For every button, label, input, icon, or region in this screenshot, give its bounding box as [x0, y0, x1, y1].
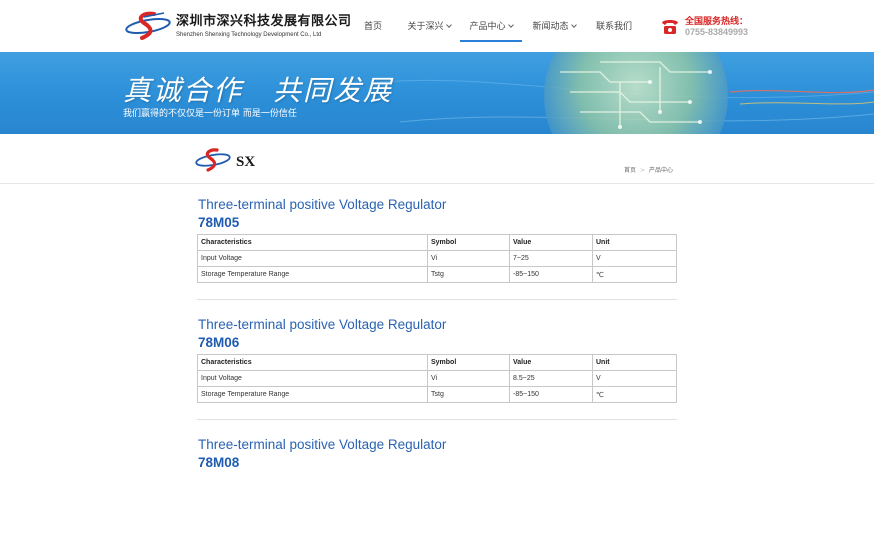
banner-headline: 真诚合作 共同发展 — [123, 74, 394, 107]
sx-logo: SX — [195, 148, 255, 172]
site-header: 深圳市深兴科技发展有限公司 Shenzhen Shenxing Technolo… — [0, 0, 874, 52]
table-cell: Vi — [427, 250, 510, 267]
breadcrumb-home[interactable]: 首页 — [624, 167, 636, 174]
chevron-down-icon — [445, 22, 452, 28]
table-cell: Storage Temperature Range — [197, 386, 428, 403]
nav-products[interactable]: 产品中心 — [460, 0, 522, 52]
product-title: Three-terminal positive Voltage Regulato… — [198, 317, 447, 332]
nav-about[interactable]: 关于深兴 — [398, 0, 460, 52]
chevron-down-icon — [507, 22, 514, 28]
phone-icon — [662, 20, 678, 34]
table-cell: Input Voltage — [197, 250, 428, 267]
table-cell: -85~150 — [509, 266, 593, 283]
nav-contact[interactable]: 联系我们 — [586, 0, 642, 52]
table-cell: Tstg — [427, 386, 510, 403]
hotline-label: 全国服务热线： — [685, 17, 749, 27]
column-header: Symbol — [427, 234, 510, 251]
column-header: Characteristics — [197, 354, 428, 371]
column-header: Characteristics — [197, 234, 428, 251]
banner-tagline: 我们赢得的不仅仅是一份订单 而是一份信任 — [123, 109, 297, 119]
table-header-row: Characteristics Symbol Value Unit — [197, 234, 677, 251]
table-cell: -85~150 — [509, 386, 593, 403]
breadcrumb: 首页 > 产品中心 — [624, 165, 673, 174]
breadcrumb-separator: > — [640, 167, 646, 174]
table-cell: 8.5~25 — [509, 370, 593, 387]
product-title: Three-terminal positive Voltage Regulato… — [198, 197, 447, 212]
spec-table: Characteristics Symbol Value Unit Input … — [197, 234, 677, 283]
company-name-en: Shenzhen Shenxing Technology Development… — [176, 32, 322, 38]
product-block: Three-terminal positive Voltage Regulato… — [197, 424, 677, 544]
table-row: Input Voltage Vi 7~25 V — [197, 250, 677, 267]
table-row: Input Voltage Vi 8.5~25 V — [197, 370, 677, 387]
column-header: Unit — [592, 354, 677, 371]
table-cell: 7~25 — [509, 250, 593, 267]
hotline-number: 0755-83849993 — [685, 27, 749, 37]
table-cell: ℃ — [592, 266, 677, 283]
divider — [197, 419, 677, 420]
hero-banner: 真诚合作 共同发展 我们赢得的不仅仅是一份订单 而是一份信任 — [0, 52, 874, 134]
chevron-down-icon — [570, 22, 577, 28]
table-row: Storage Temperature Range Tstg -85~150 ℃ — [197, 386, 677, 403]
divider — [197, 299, 677, 300]
table-cell: Vi — [427, 370, 510, 387]
nav-news[interactable]: 新闻动态 — [522, 0, 586, 52]
table-row: Storage Temperature Range Tstg -85~150 ℃ — [197, 266, 677, 283]
product-block: Three-terminal positive Voltage Regulato… — [197, 184, 677, 304]
table-cell: V — [592, 250, 677, 267]
nav-home[interactable]: 首页 — [348, 0, 398, 52]
spec-table: Characteristics Symbol Value Unit Input … — [197, 354, 677, 403]
company-name-cn: 深圳市深兴科技发展有限公司 — [176, 14, 352, 29]
column-header: Symbol — [427, 354, 510, 371]
product-model: 78M08 — [198, 455, 240, 470]
table-cell: Storage Temperature Range — [197, 266, 428, 283]
product-block: Three-terminal positive Voltage Regulato… — [197, 304, 677, 424]
table-cell: Tstg — [427, 266, 510, 283]
main-nav: 首页 关于深兴 产品中心 新闻动态 联系我们 — [348, 0, 642, 52]
company-logo[interactable] — [124, 9, 174, 43]
product-title: Three-terminal positive Voltage Regulato… — [198, 437, 447, 452]
column-header: Value — [509, 234, 593, 251]
product-model: 78M05 — [198, 215, 240, 230]
section-header: SX 首页 > 产品中心 — [0, 134, 874, 184]
product-list: Three-terminal positive Voltage Regulato… — [197, 184, 677, 544]
table-header-row: Characteristics Symbol Value Unit — [197, 354, 677, 371]
company-name: 深圳市深兴科技发展有限公司 Shenzhen Shenxing Technolo… — [176, 14, 352, 39]
sx-logo-text: SX — [236, 154, 255, 170]
column-header: Value — [509, 354, 593, 371]
table-cell: V — [592, 370, 677, 387]
table-cell: Input Voltage — [197, 370, 428, 387]
breadcrumb-current[interactable]: 产品中心 — [649, 167, 673, 174]
table-cell: ℃ — [592, 386, 677, 403]
product-model: 78M06 — [198, 335, 240, 350]
column-header: Unit — [592, 234, 677, 251]
